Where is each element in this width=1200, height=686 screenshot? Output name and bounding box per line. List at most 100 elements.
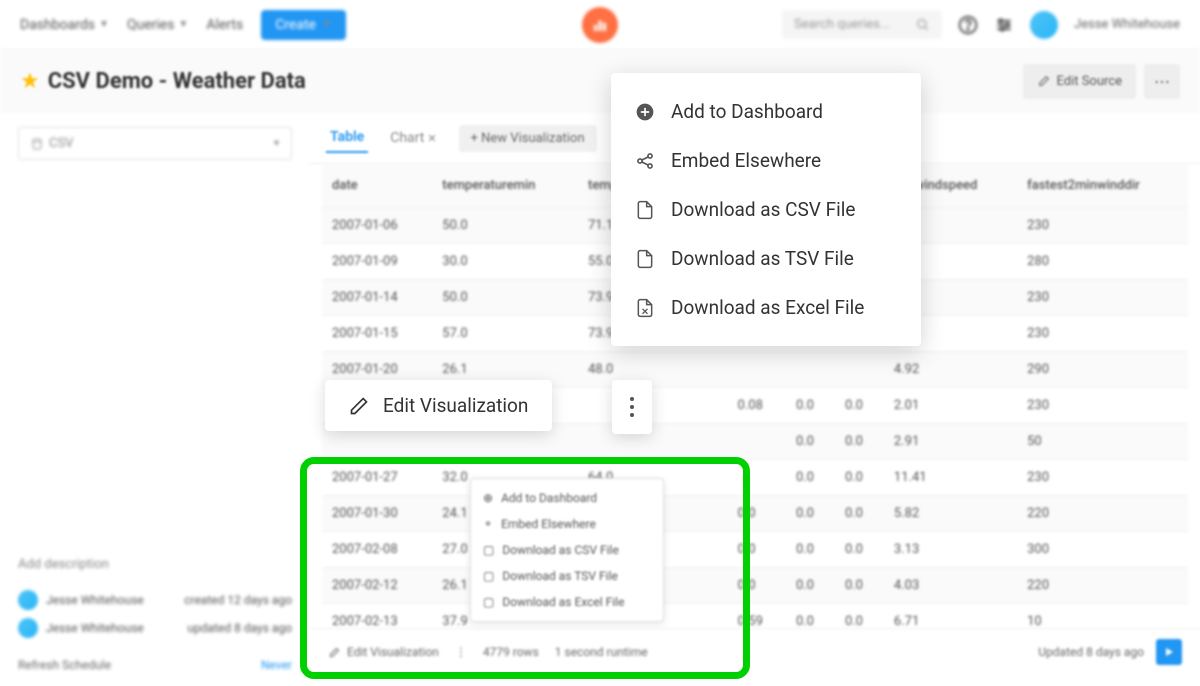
star-icon[interactable]: ★ — [20, 69, 40, 94]
menu-item[interactable]: ▢Download as CSV File — [471, 537, 663, 563]
table-cell: 220 — [1017, 568, 1188, 604]
top-nav: Dashboards▼ Queries▼ Alerts Create▼ Sear… — [0, 0, 1200, 50]
file-icon: ▢ — [483, 543, 494, 557]
add-description-link[interactable]: Add description — [18, 557, 292, 572]
file-icon: ▢ — [483, 569, 494, 583]
updated-label: Updated 8 days ago — [1038, 645, 1144, 659]
table-cell: 220 — [1017, 496, 1188, 532]
table-cell: 57.0 — [432, 316, 578, 352]
meta-updated: Jesse Whitehouse updated 8 days ago — [18, 618, 292, 638]
table-cell: 0.0 — [835, 424, 884, 460]
column-header[interactable]: date — [322, 164, 432, 208]
table-cell: 0.0 — [786, 424, 835, 460]
help-icon[interactable] — [958, 15, 978, 35]
menu-item[interactable]: ⚬Embed Elsewhere — [471, 511, 663, 537]
logo-icon — [582, 7, 618, 43]
search-input[interactable]: Search queries... — [782, 10, 942, 39]
menu-download-tsv[interactable]: Download as TSV File — [611, 234, 921, 283]
table-cell: 2007-01-14 — [322, 280, 432, 316]
nav-alerts[interactable]: Alerts — [206, 17, 243, 33]
kebab-icon[interactable]: ⋮ — [455, 645, 467, 659]
nav-dashboards[interactable]: Dashboards▼ — [20, 17, 109, 33]
edit-visualization-button[interactable]: Edit Visualization — [325, 380, 552, 431]
table-cell — [728, 460, 786, 496]
kebab-menu-button[interactable] — [612, 380, 652, 434]
table-cell: 230 — [1017, 316, 1188, 352]
table-cell: 230 — [1017, 208, 1188, 244]
table-row: 2007-01-3024.10.00.00.05.82220 — [322, 496, 1188, 532]
context-menu: Add to Dashboard Embed Elsewhere Downloa… — [611, 73, 921, 346]
file-icon: ▢ — [483, 595, 494, 609]
avatar[interactable] — [1030, 11, 1058, 39]
row-count: 4779 rows — [483, 645, 539, 659]
menu-item[interactable]: ▢Download as TSV File — [471, 563, 663, 589]
refresh-schedule-label: Refresh Schedule — [18, 658, 111, 672]
menu-item[interactable]: ▢Download as Excel File — [471, 589, 663, 615]
settings-icon[interactable] — [994, 15, 1014, 35]
file-icon — [635, 200, 655, 220]
chevron-down-icon: ▼ — [322, 19, 332, 30]
table-cell: 0.0 — [786, 460, 835, 496]
tab-chart[interactable]: Chart✕ — [386, 124, 440, 152]
table-row: 2007-01-2732.064.00.00.011.41230 — [322, 460, 1188, 496]
plus-circle-icon — [635, 102, 655, 122]
table-cell: 0.0 — [786, 568, 835, 604]
table-cell: 0.0 — [728, 568, 786, 604]
username-label: Jesse Whitehouse — [1074, 17, 1180, 32]
column-header[interactable]: temperaturemin — [432, 164, 578, 208]
table-cell: 2007-01-09 — [322, 244, 432, 280]
table-cell: 0.08 — [728, 388, 786, 424]
table-cell: 230 — [1017, 460, 1188, 496]
table-cell: 5.82 — [884, 496, 1017, 532]
table-cell: 2007-01-15 — [322, 316, 432, 352]
close-icon[interactable]: ✕ — [427, 132, 436, 145]
menu-embed-elsewhere[interactable]: Embed Elsewhere — [611, 136, 921, 185]
table-cell: 0.0 — [728, 532, 786, 568]
chevron-down-icon: ▼ — [99, 19, 109, 30]
table-cell: 2007-01-06 — [322, 208, 432, 244]
database-icon — [31, 138, 43, 150]
column-header[interactable]: fastest2minwinddir — [1017, 164, 1188, 208]
table-cell: 290 — [1017, 352, 1188, 388]
table-cell: 4.03 — [884, 568, 1017, 604]
table-cell: 300 — [1017, 532, 1188, 568]
table-cell: 280 — [1017, 244, 1188, 280]
run-button[interactable] — [1156, 639, 1182, 665]
edit-icon — [349, 396, 369, 416]
nav-queries[interactable]: Queries▼ — [127, 17, 188, 33]
chevron-down-icon: ▼ — [178, 19, 188, 30]
title-bar: ★ CSV Demo - Weather Data Edit Source ⋯ — [0, 50, 1200, 113]
table-cell: 0.0 — [835, 388, 884, 424]
edit-source-button[interactable]: Edit Source — [1023, 64, 1136, 99]
table-cell: 50 — [1017, 424, 1188, 460]
more-button[interactable]: ⋯ — [1144, 64, 1180, 99]
table-cell: 0.0 — [835, 568, 884, 604]
menu-item[interactable]: ⊕Add to Dashboard — [471, 485, 663, 511]
table-row: 2007-02-1226.10.00.00.04.03220 — [322, 568, 1188, 604]
page-title: CSV Demo - Weather Data — [48, 69, 306, 94]
table-cell: 3.13 — [884, 532, 1017, 568]
plus-icon: ⊕ — [483, 491, 493, 505]
table-cell: 0.0 — [786, 496, 835, 532]
table-cell: 2007-02-12 — [322, 568, 432, 604]
menu-download-csv[interactable]: Download as CSV File — [611, 185, 921, 234]
datasource-select[interactable]: CSV ▾ — [18, 127, 292, 160]
menu-download-excel[interactable]: Download as Excel File — [611, 283, 921, 332]
tab-table[interactable]: Table — [326, 123, 368, 153]
file-icon — [635, 249, 655, 269]
edit-visualization-link[interactable]: Edit Visualization — [328, 645, 439, 659]
menu-add-to-dashboard[interactable]: Add to Dashboard — [611, 87, 921, 136]
refresh-schedule-value[interactable]: Never — [261, 658, 292, 672]
edit-icon — [328, 647, 340, 659]
new-visualization-button[interactable]: + New Visualization — [459, 125, 597, 152]
create-button[interactable]: Create▼ — [261, 10, 346, 40]
play-icon — [1163, 646, 1175, 658]
table-cell — [578, 424, 728, 460]
table-cell — [728, 352, 786, 388]
chevron-down-icon: ▾ — [274, 138, 279, 149]
table-cell: 4.92 — [884, 352, 1017, 388]
table-cell — [835, 352, 884, 388]
table-cell: 30.0 — [432, 244, 578, 280]
table-cell: 2007-01-30 — [322, 496, 432, 532]
table-cell: 2.91 — [884, 424, 1017, 460]
